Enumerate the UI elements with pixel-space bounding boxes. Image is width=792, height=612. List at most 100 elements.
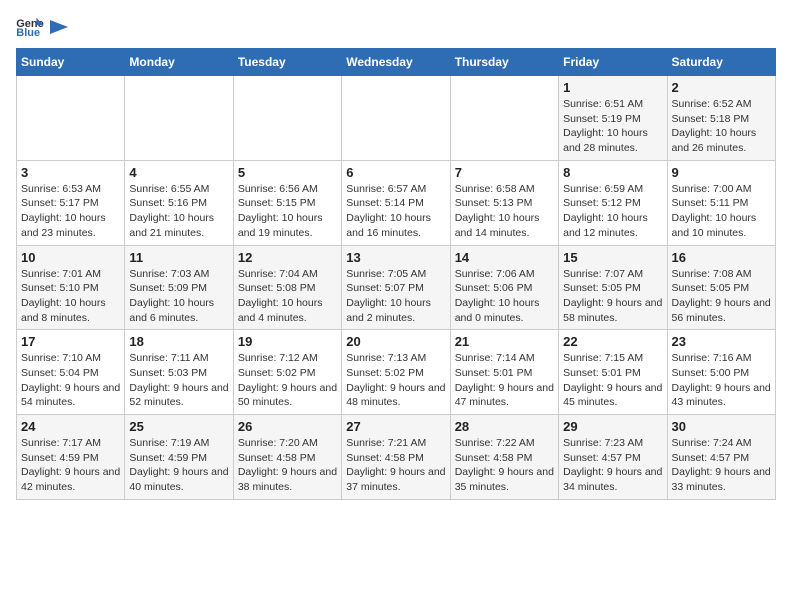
calendar-body: 1 Sunrise: 6:51 AM Sunset: 5:19 PM Daylig… [17, 76, 776, 500]
day-info: Sunrise: 6:52 AM Sunset: 5:18 PM Dayligh… [672, 97, 771, 156]
day-number: 16 [672, 250, 771, 265]
logo: General Blue [16, 16, 68, 38]
day-number: 15 [563, 250, 662, 265]
calendar-week-row: 10Sunrise: 7:01 AM Sunset: 5:10 PM Dayli… [17, 245, 776, 330]
weekday-header: Friday [559, 49, 667, 76]
weekday-header: Thursday [450, 49, 558, 76]
page-header: General Blue [16, 16, 776, 38]
calendar-cell: 22 Sunrise: 7:15 AM Sunset: 5:01 PM Dayli… [559, 330, 667, 415]
day-number: 30 [672, 419, 771, 434]
day-info: Sunrise: 6:59 AM Sunset: 5:12 PM Dayligh… [563, 182, 662, 241]
calendar-cell: 12Sunrise: 7:04 AM Sunset: 5:08 PM Dayli… [233, 245, 341, 330]
calendar-cell: 6Sunrise: 6:57 AM Sunset: 5:14 PM Daylig… [342, 160, 450, 245]
day-number: 14 [455, 250, 554, 265]
calendar-cell [17, 76, 125, 161]
day-info: Sunrise: 7:10 AM Sunset: 5:04 PM Dayligh… [21, 351, 120, 410]
day-info: Sunrise: 7:07 AM Sunset: 5:05 PM Dayligh… [563, 267, 662, 326]
calendar-cell: 29 Sunrise: 7:23 AM Sunset: 4:57 PM Dayli… [559, 415, 667, 500]
day-info: Sunrise: 7:11 AM Sunset: 5:03 PM Dayligh… [129, 351, 228, 410]
day-info: Sunrise: 7:23 AM Sunset: 4:57 PM Dayligh… [563, 436, 662, 495]
calendar-cell: 16 Sunrise: 7:08 AM Sunset: 5:05 PM Dayli… [667, 245, 775, 330]
day-number: 5 [238, 165, 337, 180]
weekday-header: Monday [125, 49, 233, 76]
calendar-cell: 14 Sunrise: 7:06 AM Sunset: 5:06 PM Dayli… [450, 245, 558, 330]
day-info: Sunrise: 6:58 AM Sunset: 5:13 PM Dayligh… [455, 182, 554, 241]
calendar-cell: 13Sunrise: 7:05 AM Sunset: 5:07 PM Dayli… [342, 245, 450, 330]
calendar-week-row: 3 Sunrise: 6:53 AM Sunset: 5:17 PM Daylig… [17, 160, 776, 245]
day-info: Sunrise: 7:14 AM Sunset: 5:01 PM Dayligh… [455, 351, 554, 410]
day-number: 8 [563, 165, 662, 180]
day-info: Sunrise: 6:57 AM Sunset: 5:14 PM Dayligh… [346, 182, 445, 241]
day-number: 2 [672, 80, 771, 95]
day-number: 20 [346, 334, 445, 349]
calendar-week-row: 24Sunrise: 7:17 AM Sunset: 4:59 PM Dayli… [17, 415, 776, 500]
weekday-header: Wednesday [342, 49, 450, 76]
day-info: Sunrise: 7:06 AM Sunset: 5:06 PM Dayligh… [455, 267, 554, 326]
calendar-cell [125, 76, 233, 161]
calendar-cell: 10Sunrise: 7:01 AM Sunset: 5:10 PM Dayli… [17, 245, 125, 330]
calendar-cell: 9 Sunrise: 7:00 AM Sunset: 5:11 PM Daylig… [667, 160, 775, 245]
day-number: 10 [21, 250, 120, 265]
calendar-cell: 19Sunrise: 7:12 AM Sunset: 5:02 PM Dayli… [233, 330, 341, 415]
calendar-week-row: 1 Sunrise: 6:51 AM Sunset: 5:19 PM Daylig… [17, 76, 776, 161]
day-number: 29 [563, 419, 662, 434]
day-info: Sunrise: 7:21 AM Sunset: 4:58 PM Dayligh… [346, 436, 445, 495]
weekday-header: Sunday [17, 49, 125, 76]
day-number: 9 [672, 165, 771, 180]
day-number: 17 [21, 334, 120, 349]
day-number: 24 [21, 419, 120, 434]
day-info: Sunrise: 6:51 AM Sunset: 5:19 PM Dayligh… [563, 97, 662, 156]
day-number: 27 [346, 419, 445, 434]
day-number: 25 [129, 419, 228, 434]
day-info: Sunrise: 7:08 AM Sunset: 5:05 PM Dayligh… [672, 267, 771, 326]
calendar-cell: 24Sunrise: 7:17 AM Sunset: 4:59 PM Dayli… [17, 415, 125, 500]
calendar-cell: 28 Sunrise: 7:22 AM Sunset: 4:58 PM Dayli… [450, 415, 558, 500]
calendar-cell: 17 Sunrise: 7:10 AM Sunset: 5:04 PM Dayli… [17, 330, 125, 415]
day-number: 22 [563, 334, 662, 349]
calendar-cell: 15 Sunrise: 7:07 AM Sunset: 5:05 PM Dayli… [559, 245, 667, 330]
calendar-cell: 7Sunrise: 6:58 AM Sunset: 5:13 PM Daylig… [450, 160, 558, 245]
day-number: 4 [129, 165, 228, 180]
day-info: Sunrise: 6:55 AM Sunset: 5:16 PM Dayligh… [129, 182, 228, 241]
calendar-cell: 2 Sunrise: 6:52 AM Sunset: 5:18 PM Daylig… [667, 76, 775, 161]
day-info: Sunrise: 7:04 AM Sunset: 5:08 PM Dayligh… [238, 267, 337, 326]
day-info: Sunrise: 7:00 AM Sunset: 5:11 PM Dayligh… [672, 182, 771, 241]
svg-text:Blue: Blue [16, 27, 40, 38]
calendar-cell: 11Sunrise: 7:03 AM Sunset: 5:09 PM Dayli… [125, 245, 233, 330]
calendar-cell: 20 Sunrise: 7:13 AM Sunset: 5:02 PM Dayli… [342, 330, 450, 415]
logo-icon: General Blue [16, 16, 44, 38]
day-info: Sunrise: 6:53 AM Sunset: 5:17 PM Dayligh… [21, 182, 120, 241]
weekday-header: Tuesday [233, 49, 341, 76]
calendar-cell: 8 Sunrise: 6:59 AM Sunset: 5:12 PM Daylig… [559, 160, 667, 245]
day-info: Sunrise: 7:16 AM Sunset: 5:00 PM Dayligh… [672, 351, 771, 410]
calendar-cell: 5 Sunrise: 6:56 AM Sunset: 5:15 PM Daylig… [233, 160, 341, 245]
day-number: 23 [672, 334, 771, 349]
day-number: 28 [455, 419, 554, 434]
day-info: Sunrise: 7:13 AM Sunset: 5:02 PM Dayligh… [346, 351, 445, 410]
day-info: Sunrise: 7:24 AM Sunset: 4:57 PM Dayligh… [672, 436, 771, 495]
day-number: 13 [346, 250, 445, 265]
day-info: Sunrise: 7:15 AM Sunset: 5:01 PM Dayligh… [563, 351, 662, 410]
day-info: Sunrise: 7:22 AM Sunset: 4:58 PM Dayligh… [455, 436, 554, 495]
day-info: Sunrise: 7:03 AM Sunset: 5:09 PM Dayligh… [129, 267, 228, 326]
day-number: 1 [563, 80, 662, 95]
calendar-cell: 4 Sunrise: 6:55 AM Sunset: 5:16 PM Daylig… [125, 160, 233, 245]
calendar-cell: 3 Sunrise: 6:53 AM Sunset: 5:17 PM Daylig… [17, 160, 125, 245]
calendar-cell: 25 Sunrise: 7:19 AM Sunset: 4:59 PM Dayli… [125, 415, 233, 500]
header-row: SundayMondayTuesdayWednesdayThursdayFrid… [17, 49, 776, 76]
calendar-cell: 18 Sunrise: 7:11 AM Sunset: 5:03 PM Dayli… [125, 330, 233, 415]
day-info: Sunrise: 7:19 AM Sunset: 4:59 PM Dayligh… [129, 436, 228, 495]
calendar-cell: 21 Sunrise: 7:14 AM Sunset: 5:01 PM Dayli… [450, 330, 558, 415]
calendar-cell [342, 76, 450, 161]
calendar-cell: 30 Sunrise: 7:24 AM Sunset: 4:57 PM Dayli… [667, 415, 775, 500]
day-number: 18 [129, 334, 228, 349]
calendar-cell: 27 Sunrise: 7:21 AM Sunset: 4:58 PM Dayli… [342, 415, 450, 500]
day-number: 3 [21, 165, 120, 180]
calendar-cell: 1 Sunrise: 6:51 AM Sunset: 5:19 PM Daylig… [559, 76, 667, 161]
day-number: 21 [455, 334, 554, 349]
weekday-header: Saturday [667, 49, 775, 76]
day-info: Sunrise: 6:56 AM Sunset: 5:15 PM Dayligh… [238, 182, 337, 241]
calendar-cell [450, 76, 558, 161]
logo-arrow-icon [50, 20, 68, 34]
calendar-cell [233, 76, 341, 161]
